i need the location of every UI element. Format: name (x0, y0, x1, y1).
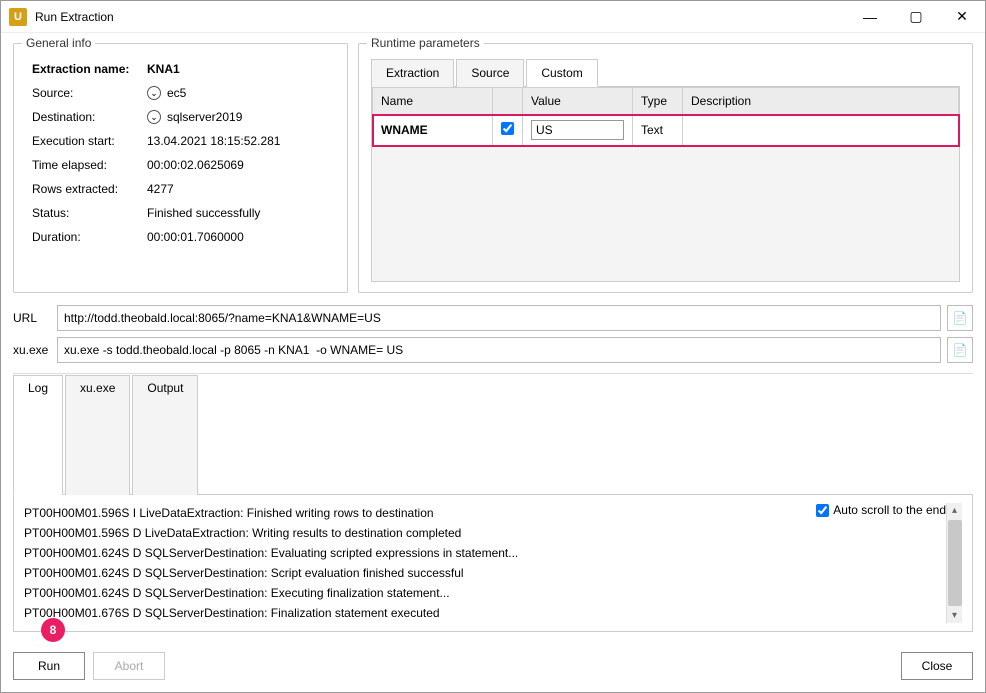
source-text: ec5 (167, 86, 186, 100)
col-description[interactable]: Description (683, 88, 959, 115)
footer: Run Abort Close (1, 642, 985, 692)
run-extraction-window: U Run Extraction — ▢ ✕ General info Extr… (0, 0, 986, 693)
value-destination[interactable]: ⌄ sqlserver2019 (147, 110, 329, 124)
label-execution-start: Execution start: (32, 134, 147, 148)
param-enabled-checkbox[interactable] (501, 122, 514, 135)
label-rows-extracted: Rows extracted: (32, 182, 147, 196)
param-table-container: Name Value Type Description WNAME (371, 87, 960, 282)
exe-label: xu.exe (13, 343, 51, 357)
value-status: Finished successfully (147, 206, 329, 220)
log-section: Log xu.exe Output PT00H00M01.596S I Live… (13, 373, 973, 632)
log-line: PT00H00M01.676S D SQLServerDestination: … (24, 603, 786, 623)
log-tab-xuexe[interactable]: xu.exe (65, 375, 130, 495)
log-lines: PT00H00M01.596S I LiveDataExtraction: Fi… (24, 503, 786, 623)
tab-extraction[interactable]: Extraction (371, 59, 454, 87)
col-check[interactable] (493, 88, 523, 115)
log-line: PT00H00M01.596S I LiveDataExtraction: Fi… (24, 503, 786, 523)
run-button[interactable]: Run (13, 652, 85, 680)
autoscroll-checkbox[interactable] (816, 504, 829, 517)
value-extraction-name: KNA1 (147, 62, 329, 76)
runtime-legend: Runtime parameters (367, 36, 484, 50)
value-duration: 00:00:01.7060000 (147, 230, 329, 244)
label-source: Source: (32, 86, 147, 100)
general-info-legend: General info (22, 36, 95, 50)
scroll-down-icon[interactable]: ▾ (952, 608, 957, 623)
param-value-input[interactable] (531, 120, 624, 140)
col-value[interactable]: Value (523, 88, 633, 115)
general-info-group: General info Extraction name: KNA1 Sourc… (13, 43, 348, 293)
scroll-up-icon[interactable]: ▴ (952, 503, 957, 518)
log-body: PT00H00M01.596S I LiveDataExtraction: Fi… (13, 495, 973, 632)
annotation-badge-8: 8 (41, 618, 65, 642)
log-line: PT00H00M01.624S D SQLServerDestination: … (24, 543, 786, 563)
chevron-down-icon: ⌄ (147, 86, 161, 100)
value-time-elapsed: 00:00:02.0625069 (147, 158, 329, 172)
log-line: PT00H00M01.596S D LiveDataExtraction: Wr… (24, 523, 786, 543)
log-scrollbar[interactable]: ▴ ▾ (946, 503, 962, 623)
destination-text: sqlserver2019 (167, 110, 242, 124)
label-status: Status: (32, 206, 147, 220)
copy-icon: 📄 (953, 311, 968, 325)
label-time-elapsed: Time elapsed: (32, 158, 147, 172)
label-destination: Destination: (32, 110, 147, 124)
titlebar: U Run Extraction — ▢ ✕ (1, 1, 985, 33)
log-tab-output[interactable]: Output (132, 375, 198, 495)
autoscroll-toggle[interactable]: Auto scroll to the end (816, 503, 946, 517)
copy-exe-button[interactable]: 📄 (947, 337, 973, 363)
app-icon: U (9, 8, 27, 26)
value-rows-extracted: 4277 (147, 182, 329, 196)
close-button[interactable]: Close (901, 652, 973, 680)
exe-input[interactable] (57, 337, 941, 363)
tab-custom[interactable]: Custom (526, 59, 597, 87)
minimize-button[interactable]: — (847, 1, 893, 33)
runtime-parameters-group: Runtime parameters Extraction Source Cus… (358, 43, 973, 293)
url-input[interactable] (57, 305, 941, 331)
value-execution-start: 13.04.2021 18:15:52.281 (147, 134, 329, 148)
param-description (683, 115, 959, 146)
scroll-thumb[interactable] (948, 520, 962, 606)
abort-button: Abort (93, 652, 165, 680)
copy-url-button[interactable]: 📄 (947, 305, 973, 331)
log-tab-log[interactable]: Log (13, 375, 63, 495)
value-source[interactable]: ⌄ ec5 (147, 86, 329, 100)
param-row-wname[interactable]: WNAME Text (373, 115, 959, 146)
window-title: Run Extraction (35, 10, 847, 24)
param-table: Name Value Type Description WNAME (372, 87, 959, 146)
tab-source[interactable]: Source (456, 59, 524, 87)
log-line: PT00H00M01.624S D SQLServerDestination: … (24, 583, 786, 603)
chevron-down-icon: ⌄ (147, 110, 161, 124)
log-line: PT00H00M01.624S D SQLServerDestination: … (24, 563, 786, 583)
url-row: URL 📄 (13, 305, 973, 331)
maximize-button[interactable]: ▢ (893, 1, 939, 33)
log-tabs: Log xu.exe Output (13, 374, 973, 495)
col-name[interactable]: Name (373, 88, 493, 115)
param-name: WNAME (373, 115, 493, 146)
url-label: URL (13, 311, 51, 325)
label-extraction-name: Extraction name: (32, 62, 147, 76)
label-duration: Duration: (32, 230, 147, 244)
copy-icon: 📄 (953, 343, 968, 357)
exe-row: xu.exe 📄 (13, 337, 973, 363)
param-type: Text (633, 115, 683, 146)
autoscroll-label: Auto scroll to the end (833, 503, 946, 517)
close-window-button[interactable]: ✕ (939, 1, 985, 33)
runtime-tabs: Extraction Source Custom (371, 58, 960, 87)
col-type[interactable]: Type (633, 88, 683, 115)
